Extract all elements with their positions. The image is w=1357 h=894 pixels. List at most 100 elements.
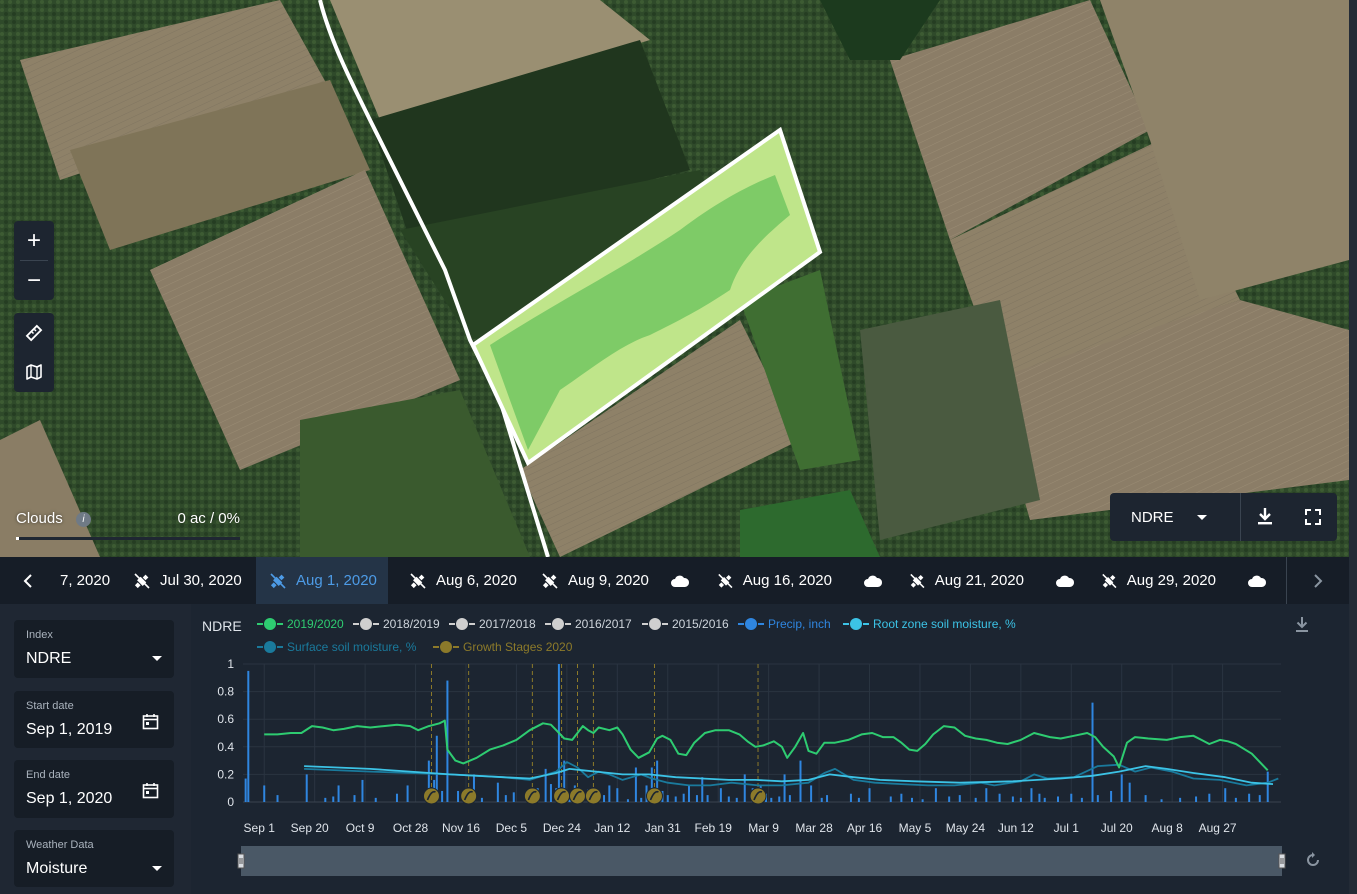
- zoom-out-button[interactable]: −: [14, 261, 54, 300]
- ruler-button[interactable]: [14, 313, 54, 352]
- cloudy-date-item[interactable]: [1242, 557, 1272, 604]
- legend-item[interactable]: 2017/2018: [449, 617, 536, 631]
- zoom-in-button[interactable]: +: [14, 221, 54, 260]
- fullscreen-button[interactable]: [1289, 493, 1337, 541]
- legend-label: Surface soil moisture, %: [287, 640, 417, 654]
- date-item[interactable]: Aug 29, 2020: [1100, 557, 1216, 604]
- legend-marker: [642, 618, 668, 630]
- precip-bar: [735, 797, 738, 802]
- precip-bar: [1224, 788, 1227, 802]
- cloud-icon: [671, 575, 690, 587]
- y-tick-label: 0.2: [217, 767, 234, 781]
- growth-stage-marker[interactable]: [422, 787, 440, 805]
- precip-bar: [634, 767, 637, 802]
- date-item-label: Aug 1, 2020: [296, 572, 377, 589]
- precip-bar: [1160, 799, 1163, 802]
- legend-item[interactable]: Growth Stages 2020: [433, 640, 572, 654]
- date-item[interactable]: Aug 9, 2020: [540, 557, 656, 604]
- legend-item[interactable]: 2015/2016: [642, 617, 729, 631]
- precip-bar: [1110, 790, 1113, 802]
- index-dropdown-value: NDRE: [1131, 508, 1174, 526]
- satellite-icon: [542, 572, 558, 589]
- growth-stage-marker[interactable]: [553, 787, 571, 805]
- strip-next-button[interactable]: [1287, 557, 1349, 604]
- clouds-slider[interactable]: [16, 537, 240, 540]
- precip-bar: [332, 796, 335, 802]
- date-item[interactable]: 7, 2020: [60, 557, 120, 604]
- growth-stage-marker[interactable]: [584, 787, 602, 805]
- download-map-button[interactable]: [1241, 493, 1289, 541]
- legend-item[interactable]: 2019/2020: [257, 617, 344, 631]
- map-layers-button[interactable]: [14, 352, 54, 391]
- date-item[interactable]: Aug 1, 2020: [256, 557, 388, 604]
- cloudy-date-item[interactable]: [858, 557, 888, 604]
- cloud-icon: [1248, 575, 1267, 587]
- ruler-icon: [25, 324, 43, 341]
- reset-zoom-button[interactable]: [1304, 851, 1322, 874]
- precip-bar: [457, 790, 460, 802]
- precip-bar: [743, 774, 746, 802]
- scrollbar[interactable]: [1349, 0, 1357, 894]
- date-item[interactable]: Aug 6, 2020: [408, 557, 524, 604]
- x-tick-label: May 24: [946, 821, 986, 835]
- range-slider-handle[interactable]: [1278, 853, 1286, 869]
- clouds-slider-handle[interactable]: [16, 537, 19, 540]
- index-select-label: Index: [26, 629, 53, 641]
- legend-item[interactable]: 2016/2017: [545, 617, 632, 631]
- date-item-label: 7, 2020: [60, 572, 111, 589]
- precip-bar: [849, 793, 852, 802]
- date-item[interactable]: Jul 30, 2020: [132, 557, 248, 604]
- precip-bar: [910, 797, 913, 802]
- date-item[interactable]: Aug 16, 2020: [716, 557, 832, 604]
- x-tick-label: Jul 1: [1054, 821, 1080, 835]
- index-dropdown[interactable]: NDRE: [1110, 493, 1240, 541]
- legend-item[interactable]: Root zone soil moisture, %: [843, 617, 1016, 631]
- weather-data-select[interactable]: Weather Data Moisture: [14, 830, 174, 887]
- precip-bar: [1144, 795, 1147, 802]
- precip-bar: [608, 785, 611, 802]
- precip-bar: [1234, 797, 1237, 802]
- date-item[interactable]: Aug 21, 2020: [908, 557, 1024, 604]
- growth-stage-marker[interactable]: [460, 787, 478, 805]
- precip-bar: [783, 774, 786, 802]
- weather-data-value: Moisture: [26, 860, 88, 877]
- satellite-icon: [134, 572, 150, 589]
- chart-title: NDRE: [202, 618, 242, 634]
- cloudy-date-item[interactable]: [1050, 557, 1080, 604]
- info-icon[interactable]: i: [76, 512, 91, 527]
- satellite-map[interactable]: + − Clouds i 0 ac / 0% NDRE: [0, 0, 1349, 557]
- range-slider[interactable]: [241, 846, 1282, 876]
- growth-stage-marker[interactable]: [523, 787, 541, 805]
- index-select[interactable]: Index NDRE: [14, 620, 174, 678]
- precip-bar: [244, 778, 247, 802]
- end-date-picker[interactable]: End date Sep 1, 2020: [14, 760, 174, 818]
- legend-label: 2018/2019: [383, 617, 440, 631]
- precip-bar: [788, 795, 791, 802]
- growth-stage-marker[interactable]: [749, 787, 767, 805]
- x-tick-label: Aug 8: [1151, 821, 1183, 835]
- x-tick-label: Jan 31: [645, 821, 681, 835]
- strip-prev-button[interactable]: [0, 557, 56, 604]
- range-slider-handle[interactable]: [237, 853, 245, 869]
- legend-item[interactable]: 2018/2019: [353, 617, 440, 631]
- satellite-icon: [1102, 573, 1117, 588]
- reset-icon: [1307, 852, 1319, 866]
- download-chart-button[interactable]: [1294, 616, 1310, 639]
- calendar-icon[interactable]: [142, 713, 159, 730]
- precip-bar: [695, 795, 698, 802]
- x-tick-label: Jan 12: [594, 821, 630, 835]
- precip-bar: [1195, 796, 1198, 802]
- y-tick-label: 0: [227, 795, 234, 809]
- x-tick-label: Mar 28: [795, 821, 833, 835]
- start-date-picker[interactable]: Start date Sep 1, 2019: [14, 691, 174, 748]
- cloudy-date-item[interactable]: [665, 557, 695, 604]
- legend-item[interactable]: Surface soil moisture, %: [257, 640, 416, 654]
- growth-stage-marker[interactable]: [568, 787, 586, 805]
- calendar-icon[interactable]: [142, 782, 159, 799]
- x-tick-label: Oct 9: [346, 821, 375, 835]
- precip-bar: [1070, 793, 1073, 802]
- start-date-label: Start date: [26, 700, 74, 712]
- legend-item[interactable]: Precip, inch: [738, 617, 831, 631]
- clouds-label: Clouds: [16, 510, 63, 527]
- growth-stage-marker[interactable]: [645, 787, 663, 805]
